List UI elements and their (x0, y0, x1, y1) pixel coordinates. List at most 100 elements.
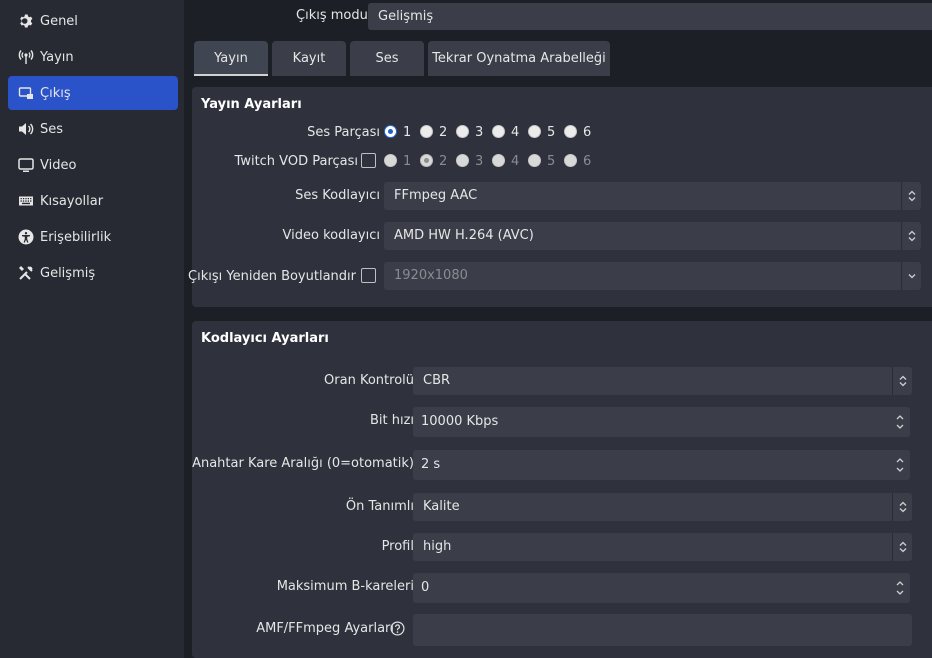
stream-settings-title: Yayın Ayarları (201, 97, 302, 112)
max-bframes-label: Maksimum B-kareleri (276, 579, 414, 594)
amf-options-label: AMF/FFmpeg Ayarları (256, 621, 394, 636)
sidebar-item-hotkeys[interactable]: Kısayollar (8, 184, 178, 218)
sidebar-item-label: Çıkış (40, 85, 71, 101)
keyframe-interval-label: Anahtar Kare Aralığı (0=otomatik) (192, 456, 414, 471)
twitch-vod-radio-1[interactable] (384, 154, 397, 167)
audio-track-radio-2[interactable] (420, 125, 433, 138)
max-bframes-value: 0 (421, 580, 430, 595)
preset-select[interactable]: Kalite (413, 493, 912, 521)
sidebar-item-video[interactable]: Video (8, 148, 178, 182)
accessibility-icon (17, 228, 35, 246)
video-encoder-label: Video kodlayıcı (282, 228, 380, 243)
encoder-settings-title: Kodlayıcı Ayarları (201, 331, 329, 346)
audio-encoder-value: FFmpeg AAC (394, 188, 478, 203)
twitch-vod-radio-4[interactable] (492, 154, 505, 167)
audio-track-num: 4 (511, 125, 520, 140)
settings-sidebar: Genel Yayın Çıkış Ses Video Kısayollar E… (0, 0, 184, 658)
bitrate-value: 10000 Kbps (421, 414, 499, 429)
rate-control-value: CBR (423, 373, 451, 388)
audio-track-radio-6[interactable] (564, 125, 577, 138)
audio-track-num: 5 (547, 125, 556, 140)
encoder-settings-group: Kodlayıcı Ayarları Oran Kontrolü CBR Bit… (192, 321, 932, 658)
max-bframes-spinbox[interactable]: 0 (413, 573, 910, 603)
output-mode-select[interactable]: Gelişmiş (368, 3, 932, 30)
audio-track-num: 3 (475, 125, 484, 140)
profile-label: Profil (381, 539, 414, 554)
broadcast-icon (17, 48, 35, 66)
audio-encoder-select[interactable]: FFmpeg AAC (384, 182, 921, 210)
twitch-vod-num: 6 (583, 154, 592, 169)
audio-track-num: 6 (583, 125, 592, 140)
video-encoder-value: AMD HW H.264 (AVC) (394, 228, 534, 243)
gear-icon (17, 12, 35, 30)
keyframe-interval-value: 2 s (421, 457, 441, 472)
tab-audio[interactable]: Ses (350, 41, 424, 76)
profile-select[interactable]: high (413, 533, 912, 561)
audio-encoder-label: Ses Kodlayıcı (295, 188, 380, 203)
sidebar-item-output[interactable]: Çıkış (8, 76, 178, 110)
keyframe-interval-spinbox[interactable]: 2 s (413, 450, 910, 480)
sidebar-item-label: Gelişmiş (40, 265, 96, 281)
twitch-vod-num: 5 (547, 154, 556, 169)
monitor-icon (17, 156, 35, 174)
sidebar-item-general[interactable]: Genel (8, 4, 178, 38)
updown-arrows-icon (892, 533, 912, 561)
updown-arrows-icon (892, 367, 912, 395)
sidebar-item-audio[interactable]: Ses (8, 112, 178, 146)
sidebar-item-label: Yayın (40, 49, 74, 65)
video-encoder-select[interactable]: AMD HW H.264 (AVC) (384, 222, 921, 250)
rescale-resolution-value: 1920x1080 (394, 268, 468, 283)
sidebar-item-label: Kısayollar (40, 193, 104, 209)
sidebar-item-stream[interactable]: Yayın (8, 40, 178, 74)
updown-arrows-icon (901, 182, 921, 210)
chevron-down-icon (901, 262, 921, 290)
rate-control-select[interactable]: CBR (413, 367, 912, 395)
twitch-vod-radio-5[interactable] (528, 154, 541, 167)
twitch-vod-checkbox[interactable] (361, 153, 376, 168)
twitch-vod-num: 3 (475, 154, 484, 169)
profile-value: high (423, 539, 452, 554)
twitch-vod-radio-6[interactable] (564, 154, 577, 167)
main-panel: Çıkış modu Gelişmiş Yayın Kayıt Ses Tekr… (184, 0, 932, 658)
sidebar-item-label: Erişebilirlik (40, 229, 112, 245)
audio-track-radio-5[interactable] (528, 125, 541, 138)
twitch-vod-num: 4 (511, 154, 520, 169)
sidebar-item-label: Video (40, 157, 77, 173)
help-icon[interactable] (390, 621, 405, 636)
audio-track-radio-4[interactable] (492, 125, 505, 138)
tools-icon (17, 264, 35, 282)
twitch-vod-radio-3[interactable] (456, 154, 469, 167)
output-mode-label: Çıkış modu (296, 8, 368, 23)
audio-track-label: Ses Parçası (307, 125, 380, 140)
output-icon (17, 84, 35, 102)
bitrate-label: Bit hızı (369, 413, 414, 428)
tab-stream[interactable]: Yayın (194, 41, 268, 76)
tab-recording[interactable]: Kayıt (272, 41, 346, 76)
twitch-vod-radio-2[interactable] (420, 154, 433, 167)
bitrate-spinbox[interactable]: 10000 Kbps (413, 407, 910, 437)
spin-arrows-icon[interactable] (892, 450, 908, 480)
sidebar-item-label: Ses (40, 121, 64, 137)
audio-track-radio-3[interactable] (456, 125, 469, 138)
updown-arrows-icon (901, 222, 921, 250)
stream-settings-group: Yayın Ayarları Ses Parçası 1 2 3 4 5 6 T… (188, 87, 932, 307)
preset-label: Ön Tanımlı (345, 499, 414, 514)
tab-replay-buffer[interactable]: Tekrar Oynatma Arabelleği (428, 41, 610, 76)
twitch-vod-num: 1 (403, 154, 412, 169)
updown-arrows-icon (892, 493, 912, 521)
spin-arrows-icon[interactable] (892, 407, 908, 437)
audio-track-num: 1 (403, 125, 412, 140)
audio-track-num: 2 (439, 125, 448, 140)
twitch-vod-label: Twitch VOD Parçası (234, 154, 358, 169)
rescale-output-checkbox[interactable] (361, 268, 376, 283)
keyboard-icon (17, 192, 35, 210)
amf-options-input[interactable] (413, 614, 912, 646)
rate-control-label: Oran Kontrolü (324, 373, 414, 388)
rescale-output-label: Çıkışı Yeniden Boyutlandır (188, 269, 356, 284)
sidebar-item-accessibility[interactable]: Erişebilirlik (8, 220, 178, 254)
audio-track-radio-1[interactable] (384, 125, 397, 138)
spin-arrows-icon[interactable] (892, 573, 908, 603)
preset-value: Kalite (423, 499, 460, 514)
speaker-icon (17, 120, 35, 138)
rescale-resolution-select[interactable]: 1920x1080 (384, 262, 921, 290)
